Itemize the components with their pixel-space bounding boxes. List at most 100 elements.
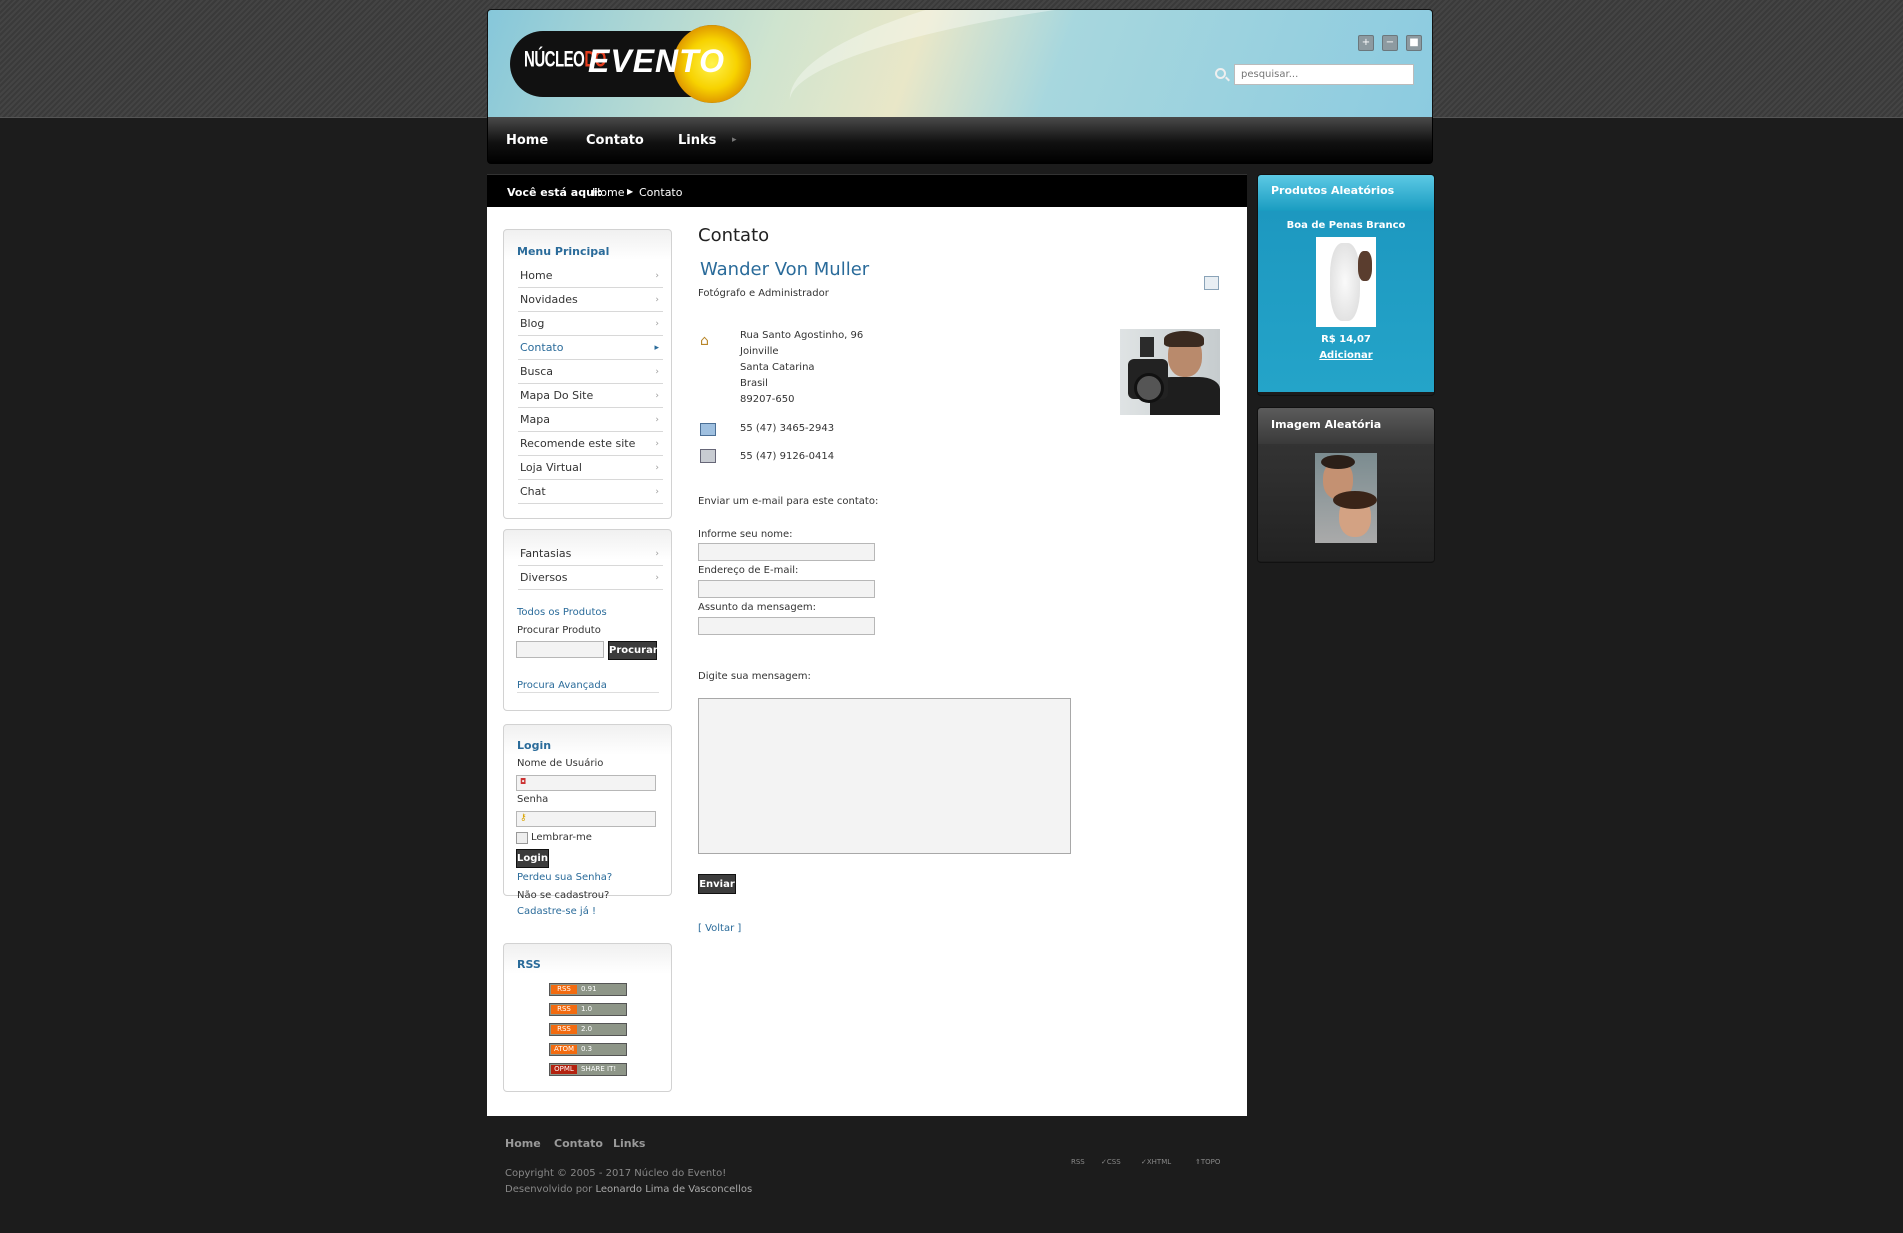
search-input[interactable] — [1234, 64, 1414, 85]
password-label: Senha — [517, 794, 549, 805]
main-menu-module: Menu Principal Home › Novidades › Blog › Co… — [503, 229, 672, 519]
login-button[interactable]: Login — [516, 849, 549, 868]
atom-03-badge[interactable]: ATOM 0.3 — [549, 1043, 627, 1056]
rss-20-badge[interactable]: RSS 2.0 — [549, 1023, 627, 1036]
address-state: Santa Catarina — [740, 362, 815, 373]
random-image-body — [1258, 444, 1434, 561]
product-search-button[interactable]: Procurar — [608, 641, 658, 660]
address-street: Rua Santo Agostinho, 96 — [740, 330, 864, 341]
username-input[interactable]: ◘ — [516, 775, 656, 791]
menu-item-novidades[interactable]: Novidades › — [518, 288, 663, 312]
register-link[interactable]: Cadastre-se já ! — [517, 906, 596, 917]
main-menu-title: Menu Principal — [517, 245, 610, 258]
search-icon — [1215, 68, 1226, 79]
all-products-link[interactable]: Todos os Produtos — [517, 607, 607, 618]
footer-rss-badge[interactable]: RSS — [1071, 1158, 1085, 1166]
product-search-input[interactable] — [516, 641, 604, 658]
menu-item-loja-virtual[interactable]: Loja Virtual › — [518, 456, 663, 480]
address-postcode: 89207-650 — [740, 394, 795, 405]
footer-css-badge[interactable]: ✓CSS — [1101, 1158, 1121, 1166]
breadcrumb-home[interactable]: Home — [592, 186, 624, 199]
breadcrumb: Você está aqui: Home ▶ Contato — [487, 174, 1247, 208]
contact-role: Fotógrafo e Administrador — [698, 288, 829, 299]
menu-item-blog[interactable]: Blog › — [518, 312, 663, 336]
developer-credit: Desenvolvido por Leonardo Lima de Vascon… — [505, 1184, 753, 1195]
message-field-label: Digite sua mensagem: — [698, 671, 811, 682]
nav-links[interactable]: Links — [678, 133, 716, 148]
random-products-body: Boa de Penas Branco R$ 14,07 Adicionar — [1258, 211, 1434, 392]
rss-091-badge[interactable]: RSS 0.91 — [549, 983, 627, 996]
login-module: Login Nome de Usuário ◘ Senha ⚷ Lembrar-… — [503, 724, 672, 917]
page-title: Contato — [698, 225, 770, 246]
product-name[interactable]: Boa de Penas Branco — [1258, 220, 1434, 231]
random-image-module: Imagem Aleatória — [1257, 407, 1435, 563]
phone-icon — [700, 423, 716, 436]
menu-item-recomende[interactable]: Recomende este site › — [518, 432, 663, 456]
remember-checkbox[interactable] — [516, 832, 528, 844]
fax-icon — [700, 449, 716, 463]
footer-link-links[interactable]: Links — [613, 1137, 645, 1150]
menu-item-mapa[interactable]: Mapa › — [518, 408, 663, 432]
menu-item-chat[interactable]: Chat › — [518, 480, 663, 504]
menu-item-home[interactable]: Home › — [518, 264, 663, 288]
copyright-text: Copyright © 2005 - 2017 Núcleo do Evento… — [505, 1168, 727, 1179]
nav-contato[interactable]: Contato — [586, 133, 644, 148]
menu-item-contato[interactable]: Contato ▸ — [518, 336, 663, 360]
reset-font-button[interactable]: ■ — [1406, 35, 1422, 51]
rss-10-badge[interactable]: RSS 1.0 — [549, 1003, 627, 1016]
random-photo[interactable] — [1315, 453, 1377, 543]
address-home-icon: ⌂ — [700, 333, 709, 349]
main-menu-list: Home › Novidades › Blog › Contato ▸ Busca › M… — [518, 264, 663, 504]
sender-email-input[interactable] — [698, 580, 875, 598]
back-link[interactable]: [ Voltar ] — [698, 923, 741, 934]
font-size-controls: + − ■ — [1350, 35, 1422, 51]
contact-photo — [1120, 329, 1220, 415]
advanced-search-link[interactable]: Procura Avançada — [517, 680, 659, 693]
footer-link-home[interactable]: Home — [505, 1137, 541, 1150]
add-to-cart-link[interactable]: Adicionar — [1258, 350, 1434, 361]
increase-font-button[interactable]: + — [1358, 35, 1374, 51]
email-field-label: Endereço de E-mail: — [698, 565, 799, 576]
main-navbar: Home Contato Links ▸ — [487, 117, 1433, 164]
menu-item-mapa-do-site[interactable]: Mapa Do Site › — [518, 384, 663, 408]
random-products-title: Produtos Aleatórios — [1258, 175, 1434, 211]
breadcrumb-current: Contato — [639, 186, 683, 199]
nav-home[interactable]: Home — [506, 133, 548, 148]
email-intro: Enviar um e-mail para este contato: — [698, 496, 879, 507]
print-icon[interactable] — [1204, 276, 1219, 290]
product-price: R$ 14,07 — [1321, 334, 1371, 345]
rss-module: RSS RSS 0.91 RSS 1.0 RSS 2.0 ATOM 0.3 OPML SH… — [503, 943, 672, 1092]
product-image[interactable] — [1316, 237, 1376, 327]
breadcrumb-arrow-icon: ▶ — [627, 187, 634, 196]
site-logo[interactable]: NÚCLEODO EVENTO — [510, 21, 751, 103]
sender-name-input[interactable] — [698, 543, 875, 561]
send-button[interactable]: Enviar — [698, 874, 736, 894]
product-search-label: Procurar Produto — [517, 625, 601, 636]
random-products-module: Produtos Aleatórios Boa de Penas Branco … — [1257, 174, 1435, 396]
shop-module: Fantasias › Diversos › Todos os Produtos P… — [503, 529, 672, 711]
opml-badge[interactable]: OPML SHARE IT! — [549, 1063, 627, 1076]
category-diversos[interactable]: Diversos › — [518, 566, 663, 590]
subject-input[interactable] — [698, 617, 875, 635]
category-fantasias[interactable]: Fantasias › — [518, 542, 663, 566]
address-country: Brasil — [740, 378, 768, 389]
breadcrumb-label: Você está aqui: — [507, 186, 603, 199]
remember-label: Lembrar-me — [531, 832, 592, 843]
decrease-font-button[interactable]: − — [1382, 35, 1398, 51]
random-image-title: Imagem Aleatória — [1258, 408, 1434, 444]
message-textarea[interactable] — [698, 698, 1071, 854]
subject-field-label: Assunto da mensagem: — [698, 602, 816, 613]
footer-top-badge[interactable]: ⇑TOPO — [1195, 1158, 1220, 1166]
menu-item-busca[interactable]: Busca › — [518, 360, 663, 384]
name-field-label: Informe seu nome: — [698, 529, 793, 540]
rss-title: RSS — [517, 958, 541, 971]
register-prompt: Não se cadastrou? Cadastre-se já ! — [517, 890, 610, 917]
contact-phone: 55 (47) 3465-2943 — [740, 423, 835, 434]
password-input[interactable]: ⚷ — [516, 811, 656, 827]
footer-link-contato[interactable]: Contato — [554, 1137, 603, 1150]
contact-fax: 55 (47) 9126-0414 — [740, 451, 835, 462]
footer-xhtml-badge[interactable]: ✓XHTML — [1141, 1158, 1171, 1166]
username-label: Nome de Usuário — [517, 758, 604, 769]
user-icon: ◘ — [520, 777, 527, 786]
forgot-password-link[interactable]: Perdeu sua Senha? — [517, 872, 612, 883]
